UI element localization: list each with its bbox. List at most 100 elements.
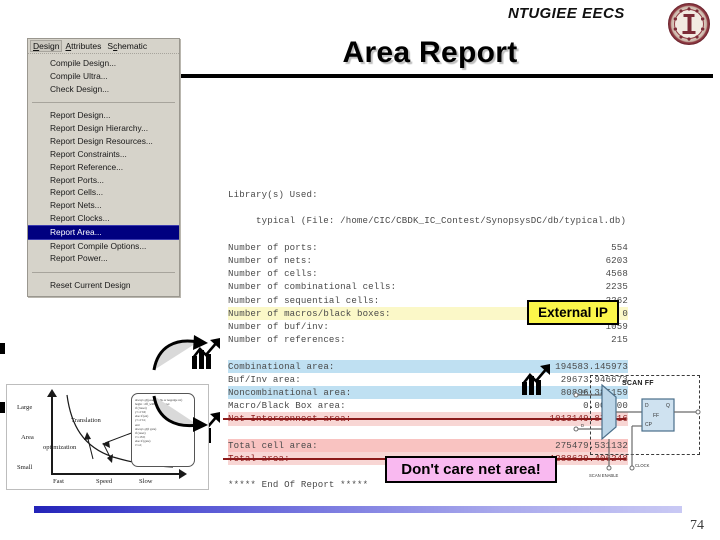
report-row-noncombinational-area: Noncombinational area: 80896.385159 (228, 386, 628, 400)
figure-annotation-optimization: optimization (43, 444, 77, 451)
report-spacer-1 (228, 201, 628, 214)
report-library-entry-label: typical (File: /home/CIC/CBDK_IC_Contest… (256, 215, 627, 227)
seal-emblem (682, 14, 696, 34)
figure-x-label-fast: Fast (53, 478, 64, 485)
report-row-net-interconnect-area-label: Net Interconnect area: (228, 413, 352, 425)
menu-item-report-compile-options[interactable]: Report Compile Options... (28, 240, 179, 253)
menubar-item-design[interactable]: Design (30, 40, 63, 52)
menu-item-report-reference[interactable]: Report Reference... (28, 161, 179, 174)
menubar-item-schematic-label-rest: hematic (117, 41, 148, 51)
report-row-nets-value: 6203 (605, 254, 628, 266)
report-row-net-interconnect-area: Net Interconnect area: 1013149.875116 (228, 412, 628, 426)
scan-ff-scan-enable-label: SCAN ENABLE (589, 473, 619, 478)
report-row-references: Number of references: 215 (228, 333, 628, 346)
ntu-seal-logo (668, 3, 710, 45)
report-row-macros-black-boxes-label: Number of macros/black boxes: (228, 307, 391, 319)
brand-dept: GIEE EECS (539, 5, 625, 22)
report-row-buf-inv-label: Number of buf/inv: (228, 321, 329, 332)
left-edge-tick-2 (0, 402, 5, 413)
menubar-item-schematic[interactable]: Schematic (104, 41, 150, 51)
report-row-references-value: 215 (611, 334, 628, 346)
figure-annotation-translation: Translation (71, 417, 101, 424)
design-menu-popup[interactable]: Design Attributes Schematic Compile Desi… (27, 38, 180, 297)
menu-item-report-design[interactable]: Report Design... (28, 109, 179, 122)
report-row-macro-blackbox-area-label: Macro/Black Box area: (228, 400, 346, 412)
menu-separator-1 (32, 102, 175, 104)
scan-ff-schematic-svg (573, 383, 701, 471)
report-library-header: Library(s) Used: (228, 188, 628, 201)
report-row-sequential-cells-label: Number of sequential cells: (228, 294, 380, 306)
menu-item-report-ports[interactable]: Report Ports... (28, 174, 179, 187)
callout-external-ip: External IP (527, 300, 619, 325)
report-row-ports-label: Number of ports: (228, 241, 318, 253)
slide-root: NTUGIEE EECS Area Report Design Attribut… (0, 0, 720, 540)
report-row-cells-value: 4568 (605, 268, 628, 280)
brand-ntu: NTU (508, 5, 540, 22)
footer-gradient-bar (34, 506, 682, 513)
menu-group-report: Report Design... Report Design Hierarchy… (28, 106, 179, 269)
menu-item-report-design-hierarchy[interactable]: Report Design Hierarchy... (28, 122, 179, 135)
menu-item-report-nets[interactable]: Report Nets... (28, 199, 179, 212)
report-row-macro-blackbox-area: Macro/Black Box area: 0.000000 (228, 399, 628, 412)
menu-item-compile-design[interactable]: Compile Design... (28, 57, 179, 70)
report-row-combinational-area: Combinational area: 194583.145973 (228, 359, 628, 373)
menu-group-compile: Compile Design... Compile Ultra... Check… (28, 54, 179, 99)
menubar-item-attributes[interactable]: Attributes (62, 41, 104, 51)
menu-item-report-area[interactable]: Report Area... (28, 224, 179, 240)
menu-item-report-constraints[interactable]: Report Constraints... (28, 148, 179, 161)
report-row-nets: Number of nets: 6203 (228, 254, 628, 267)
menubar-item-attributes-label-rest: ttributes (71, 41, 102, 51)
report-spacer-3 (228, 346, 628, 359)
left-edge-tick-1 (0, 343, 5, 354)
report-library-header-label: Library(s) Used: (228, 189, 318, 200)
figure-y-label-area: Area (21, 434, 34, 441)
report-row-combinational-cells-label: Number of combinational cells: (228, 281, 397, 293)
callout-dont-care-net-area-label: Don't care net area! (401, 461, 541, 478)
report-row-nets-label: Number of nets: (228, 254, 313, 266)
scan-ff-q-output-label: Q (666, 403, 670, 409)
report-row-combinational-area-label: Combinational area: (228, 360, 335, 372)
menu-item-reset-current-design[interactable]: Reset Current Design (28, 279, 179, 292)
report-row-total-cell-area: Total cell area: 275479.531132 (228, 438, 628, 452)
menu-item-compile-ultra[interactable]: Compile Ultra... (28, 70, 179, 83)
menu-item-report-cells[interactable]: Report Cells... (28, 186, 179, 199)
title-divider (180, 74, 713, 78)
report-spacer-4 (228, 426, 628, 439)
figure-x-label-speed: Speed (96, 478, 113, 485)
report-row-total-area-label: Total area: (228, 453, 290, 464)
menu-group-reset: Reset Current Design (28, 276, 179, 296)
menubar: Design Attributes Schematic (28, 39, 179, 54)
report-row-cells: Number of cells: 4568 (228, 267, 628, 280)
menu-item-report-power[interactable]: Report Power... (28, 252, 179, 265)
curved-arrow-up (152, 335, 208, 371)
menubar-item-design-label-rest: esign (39, 41, 60, 51)
report-row-combinational-cells: Number of combinational cells: 2235 (228, 280, 628, 293)
menu-item-report-design-resources[interactable]: Report Design Resources... (28, 135, 179, 148)
callout-external-ip-label: External IP (538, 305, 608, 320)
menu-item-report-clocks[interactable]: Report Clocks... (28, 212, 179, 225)
report-row-noncombinational-area-label: Noncombinational area: (228, 387, 352, 398)
report-row-cells-label: Number of cells: (228, 268, 318, 280)
scan-ff-ff-label: FF (653, 413, 660, 419)
report-end-of-report-label: ***** End Of Report ***** (228, 479, 369, 491)
figure-y-label-large: Large (17, 404, 33, 411)
report-row-combinational-cells-value: 2235 (605, 281, 628, 293)
scan-ff-d-input-label: D (645, 403, 649, 409)
growth-chart-icon-3-svg (521, 364, 550, 395)
report-row-buf-inv-area-label: Buf/Inv area: (228, 373, 301, 385)
scan-ff-clock-label: CLOCK (635, 463, 650, 468)
area-report-text: Library(s) Used: typical (File: /home/CI… (228, 188, 628, 492)
menu-item-check-design[interactable]: Check Design... (28, 83, 179, 96)
scan-ff-pin-sd-label: SD (581, 389, 587, 394)
report-row-ports-value: 554 (611, 241, 628, 253)
report-row-buf-inv-area: Buf/Inv area: 29673.946673 (228, 373, 628, 386)
curved-arrow-down (152, 395, 208, 432)
callout-dont-care-net-area: Don't care net area! (385, 456, 557, 483)
report-library-entry: typical (File: /home/CIC/CBDK_IC_Contest… (228, 214, 628, 227)
page-number: 74 (690, 518, 704, 533)
report-spacer-2 (228, 228, 628, 241)
brand-text: NTUGIEE EECS (508, 5, 625, 22)
figure-y-label-small: Small (17, 464, 33, 471)
scan-ff-diagram: SCAN FF SD D D Q FF CP SCAN ENABLE CLOCK (570, 367, 712, 489)
figure-x-label-slow: Slow (139, 478, 153, 485)
